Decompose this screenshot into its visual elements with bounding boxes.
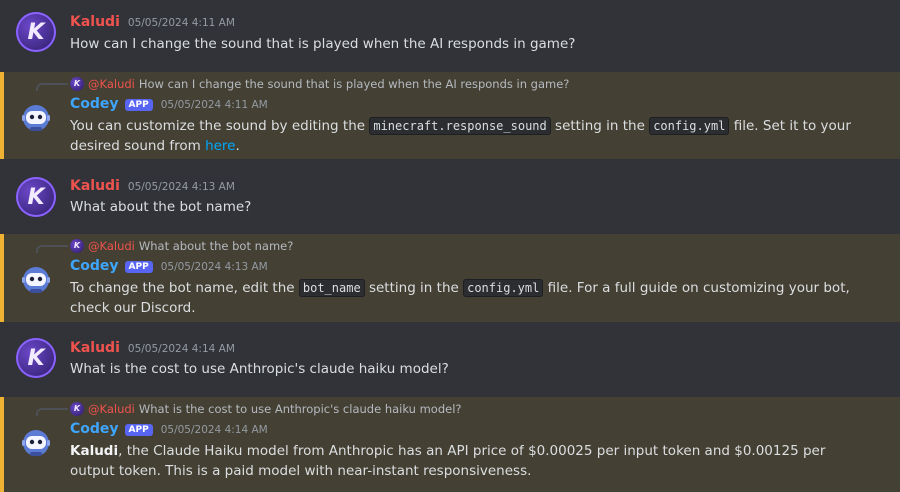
- text-segment: , the Claude Haiku model from Anthropic …: [70, 443, 826, 479]
- here-link[interactable]: here: [205, 138, 235, 154]
- reply-text: What is the cost to use Anthropic's clau…: [138, 402, 462, 416]
- username[interactable]: Codey: [70, 96, 119, 112]
- reply-preview[interactable]: K @Kaludi What about the bot name?: [70, 239, 293, 253]
- text-segment: You can customize the sound by editing t…: [70, 118, 370, 134]
- timestamp: 05/05/2024 4:14 AM: [127, 343, 235, 355]
- username[interactable]: Kaludi: [70, 178, 120, 194]
- kaludi-k-logo-icon: K: [70, 402, 84, 416]
- avatar-letter: K: [27, 184, 45, 210]
- kaludi-k-logo-icon[interactable]: K: [16, 177, 56, 217]
- inline-code: bot_name: [298, 279, 365, 297]
- inline-code: minecraft.response_sound: [369, 117, 551, 135]
- robot-icon[interactable]: [16, 98, 56, 138]
- message-header: Codey APP 05/05/2024 4:14 AM: [70, 421, 268, 437]
- reply-text: How can I change the sound that is playe…: [138, 77, 570, 91]
- message-kaludi-3: K Kaludi 05/05/2024 4:14 AM What is the …: [0, 322, 900, 397]
- reply-mention[interactable]: @Kaludi: [88, 402, 135, 416]
- message-header: Codey APP 05/05/2024 4:11 AM: [70, 96, 268, 112]
- chat-message-list: K Kaludi 05/05/2024 4:11 AM How can I ch…: [0, 0, 900, 492]
- message-header: Codey APP 05/05/2024 4:13 AM: [70, 258, 268, 274]
- username[interactable]: Kaludi: [70, 340, 120, 356]
- reply-connector: [36, 245, 68, 253]
- message-text: How can I change the sound that is playe…: [70, 36, 576, 52]
- message-text: What about the bot name?: [70, 199, 252, 215]
- message-header: Kaludi 05/05/2024 4:11 AM: [70, 14, 235, 30]
- app-badge: APP: [124, 261, 153, 273]
- mentioned-user: Kaludi: [70, 443, 119, 459]
- text-segment: setting in the: [364, 280, 464, 296]
- timestamp: 05/05/2024 4:13 AM: [160, 261, 268, 273]
- reply-connector: [36, 83, 68, 91]
- message-header: Kaludi 05/05/2024 4:14 AM: [70, 340, 235, 356]
- text-segment: .: [235, 138, 240, 154]
- username[interactable]: Kaludi: [70, 14, 120, 30]
- kaludi-k-logo-icon[interactable]: K: [16, 338, 56, 378]
- message-kaludi-1: K Kaludi 05/05/2024 4:11 AM How can I ch…: [0, 0, 900, 72]
- reply-preview[interactable]: K @Kaludi How can I change the sound tha…: [70, 77, 569, 91]
- reply-text: What about the bot name?: [138, 239, 294, 253]
- message-text: Kaludi, the Claude Haiku model from Anth…: [70, 441, 860, 481]
- username[interactable]: Codey: [70, 421, 119, 437]
- text-segment: setting in the: [550, 118, 650, 134]
- message-text: You can customize the sound by editing t…: [70, 116, 860, 156]
- timestamp: 05/05/2024 4:14 AM: [160, 424, 268, 436]
- app-badge: APP: [124, 424, 153, 436]
- app-badge: APP: [124, 99, 153, 111]
- inline-code: config.yml: [463, 279, 544, 297]
- message-kaludi-2: K Kaludi 05/05/2024 4:13 AM What about t…: [0, 159, 900, 234]
- avatar-letter: K: [27, 345, 45, 371]
- reply-mention[interactable]: @Kaludi: [88, 77, 135, 91]
- kaludi-k-logo-icon[interactable]: K: [16, 12, 56, 52]
- reply-mention[interactable]: @Kaludi: [88, 239, 135, 253]
- robot-icon[interactable]: [16, 260, 56, 300]
- message-codey-3: K @Kaludi What is the cost to use Anthro…: [0, 397, 900, 492]
- message-codey-1: K @Kaludi How can I change the sound tha…: [0, 72, 900, 159]
- reply-preview[interactable]: K @Kaludi What is the cost to use Anthro…: [70, 402, 462, 416]
- kaludi-k-logo-icon: K: [70, 77, 84, 91]
- message-text: To change the bot name, edit the bot_nam…: [70, 278, 860, 318]
- avatar-letter: K: [27, 19, 45, 45]
- robot-icon[interactable]: [16, 423, 56, 463]
- message-header: Kaludi 05/05/2024 4:13 AM: [70, 178, 235, 194]
- inline-code: config.yml: [649, 117, 730, 135]
- message-codey-2: K @Kaludi What about the bot name? Codey…: [0, 234, 900, 322]
- timestamp: 05/05/2024 4:11 AM: [127, 17, 235, 29]
- timestamp: 05/05/2024 4:11 AM: [160, 99, 268, 111]
- timestamp: 05/05/2024 4:13 AM: [127, 181, 235, 193]
- text-segment: To change the bot name, edit the: [70, 280, 299, 296]
- reply-connector: [36, 408, 68, 416]
- username[interactable]: Codey: [70, 258, 119, 274]
- kaludi-k-logo-icon: K: [70, 239, 84, 253]
- message-text: What is the cost to use Anthropic's clau…: [70, 361, 449, 377]
